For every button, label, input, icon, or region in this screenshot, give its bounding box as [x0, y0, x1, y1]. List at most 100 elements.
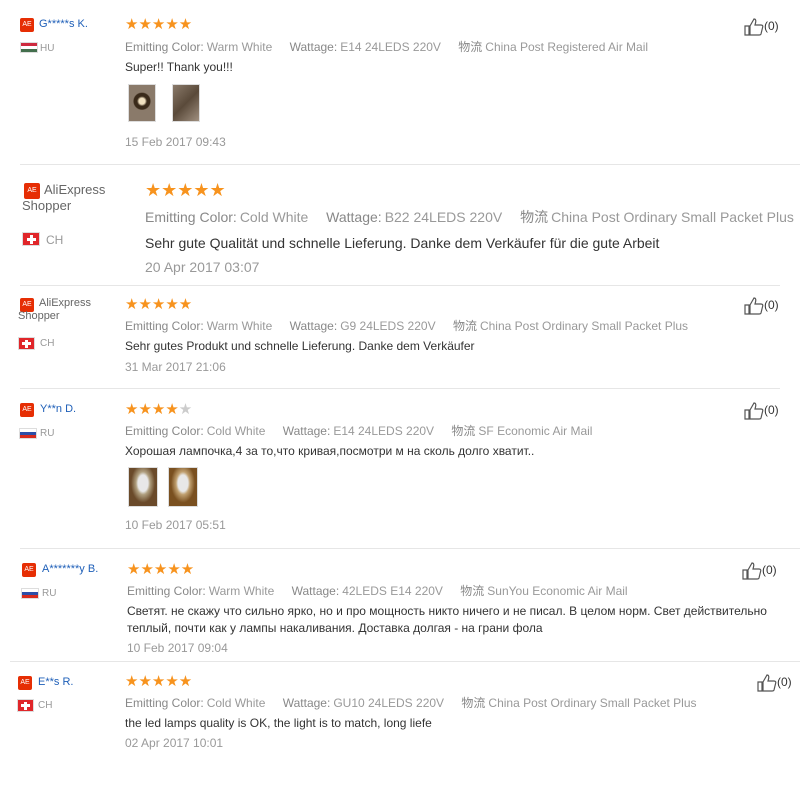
review-date: 20 Apr 2017 03:07: [145, 259, 260, 275]
attr-value: Cold White: [239, 209, 309, 225]
attr-value: China Post Registered Air Mail: [485, 40, 649, 54]
attr-value: Cold White: [206, 424, 266, 438]
review-photo[interactable]: [172, 84, 200, 122]
review-text: Super!! Thank you!!!: [125, 60, 233, 74]
russia-flag-icon: [19, 428, 37, 439]
review-attributes: Emitting Color: Warm White Wattage: G9 24L…: [125, 317, 702, 334]
review-date: 31 Mar 2017 21:06: [125, 360, 226, 374]
reviewer-name[interactable]: E**s R.: [38, 676, 73, 688]
reviewer-name[interactable]: A*******y B.: [42, 563, 98, 575]
review-attributes: Emitting Color: Cold White Wattage: E14 24…: [125, 422, 606, 439]
like-count: (0): [762, 563, 777, 578]
attr-value: China Post Ordinary Small Packet Plus: [551, 209, 794, 225]
review-separator: [10, 661, 800, 662]
attr-value: China Post Ordinary Small Packet Plus: [488, 696, 697, 710]
reviewer-country: CH: [38, 700, 53, 711]
attr-key: Emitting Color:: [127, 584, 206, 598]
review-text: Sehr gutes Produkt und schnelle Lieferun…: [125, 339, 475, 353]
attr-key: Emitting Color:: [125, 319, 204, 333]
attr-key: 物流: [520, 209, 549, 225]
reviewer-country: RU: [40, 428, 55, 439]
like-button[interactable]: (0): [757, 674, 792, 692]
russia-flag-icon: [21, 588, 39, 599]
like-button[interactable]: (0): [742, 562, 777, 580]
reviewer-country: RU: [42, 588, 57, 599]
review-photo[interactable]: [128, 467, 158, 507]
attr-value: Warm White: [206, 40, 273, 54]
review-date: 02 Apr 2017 10:01: [125, 736, 224, 750]
aliexpress-icon: AE: [18, 676, 32, 690]
attr-value: 42LEDS E14 220V: [342, 584, 443, 598]
review-text-line: Светят. не скажу что сильно ярко, но и п…: [127, 604, 767, 618]
reviewer-name[interactable]: AliExpress Shopper: [18, 297, 108, 323]
rating-stars: ★★★★★: [125, 401, 193, 418]
reviewer-country: CH: [46, 233, 64, 247]
hungary-flag-icon: [20, 42, 38, 53]
attr-value: E14 24LEDS 220V: [333, 424, 435, 438]
review-text: the led lamps quality is OK, the light i…: [125, 716, 432, 730]
like-button[interactable]: (0): [744, 18, 779, 36]
attr-key: Emitting Color:: [125, 696, 204, 710]
review-separator: [20, 285, 780, 286]
reviewer-name[interactable]: Y**n D.: [40, 403, 76, 415]
like-count: (0): [764, 298, 779, 313]
reviewer-country: CH: [40, 338, 55, 349]
attr-key: Emitting Color:: [145, 209, 237, 225]
aliexpress-icon: AE: [22, 563, 36, 577]
switzerland-flag-icon: [18, 337, 35, 350]
switzerland-flag-icon: [17, 699, 34, 712]
like-count: (0): [777, 675, 792, 690]
review-photo[interactable]: [168, 467, 198, 507]
review-attributes: Emitting Color: Warm White Wattage: 42LEDS…: [127, 582, 642, 599]
attr-key: 物流: [458, 40, 483, 54]
like-count: (0): [764, 403, 779, 418]
switzerland-flag-icon: [22, 232, 40, 246]
review-date: 10 Feb 2017 05:51: [125, 518, 226, 532]
rating-stars: ★★★★★: [125, 296, 193, 313]
attr-value: Warm White: [206, 319, 273, 333]
thumbs-up-icon: [757, 674, 777, 692]
aliexpress-icon: AE: [20, 403, 34, 417]
reviewer-name[interactable]: AliExpress Shopper: [22, 182, 122, 213]
review-date: 10 Feb 2017 09:04: [127, 641, 228, 655]
attr-key: 物流: [452, 319, 477, 333]
review-separator: [20, 388, 780, 389]
attr-value: China Post Ordinary Small Packet Plus: [479, 319, 689, 333]
review-attributes: Emitting Color: Cold White Wattage: B22 24…: [145, 207, 800, 227]
review-attributes: Emitting Color: Cold White Wattage: GU10 2…: [125, 694, 711, 711]
review-text: Sehr gute Qualität und schnelle Lieferun…: [145, 235, 660, 251]
like-button[interactable]: (0): [744, 297, 779, 315]
attr-key: 物流: [461, 696, 486, 710]
attr-key: 物流: [451, 424, 476, 438]
rating-stars: ★★★★★: [145, 180, 226, 200]
rating-stars: ★★★★★: [125, 673, 193, 690]
rating-stars: ★★★★★: [127, 561, 195, 578]
attr-key: 物流: [460, 584, 485, 598]
attr-key: Wattage:: [289, 319, 338, 333]
attr-key: Wattage:: [289, 40, 338, 54]
attr-key: Wattage:: [282, 696, 331, 710]
reviewer-country: HU: [40, 43, 55, 54]
attr-value: Cold White: [206, 696, 266, 710]
attr-value: G9 24LEDS 220V: [340, 319, 436, 333]
rating-stars: ★★★★★: [125, 16, 193, 33]
like-button[interactable]: (0): [744, 402, 779, 420]
review-date: 15 Feb 2017 09:43: [125, 135, 226, 149]
thumbs-up-icon: [744, 18, 764, 36]
attr-value: SF Economic Air Mail: [478, 424, 593, 438]
thumbs-up-icon: [744, 402, 764, 420]
attr-value: SunYou Economic Air Mail: [487, 584, 628, 598]
review-separator: [20, 548, 800, 549]
thumbs-up-icon: [742, 562, 762, 580]
attr-value: E14 24LEDS 220V: [340, 40, 441, 54]
attr-value: GU10 24LEDS 220V: [333, 696, 445, 710]
attr-key: Wattage:: [326, 209, 382, 225]
review-text: Хорошая лампочка,4 за то,что кривая,посм…: [125, 444, 535, 458]
review-text-line: теплый, почти как у лампы накаливания. Д…: [127, 621, 543, 635]
review-photo[interactable]: [128, 84, 156, 122]
attr-value: Warm White: [208, 584, 275, 598]
review-attributes: Emitting Color: Warm White Wattage: E14 24…: [125, 38, 662, 55]
review-separator: [20, 164, 800, 165]
attr-key: Wattage:: [282, 424, 331, 438]
reviewer-name[interactable]: G*****s K.: [39, 18, 88, 30]
